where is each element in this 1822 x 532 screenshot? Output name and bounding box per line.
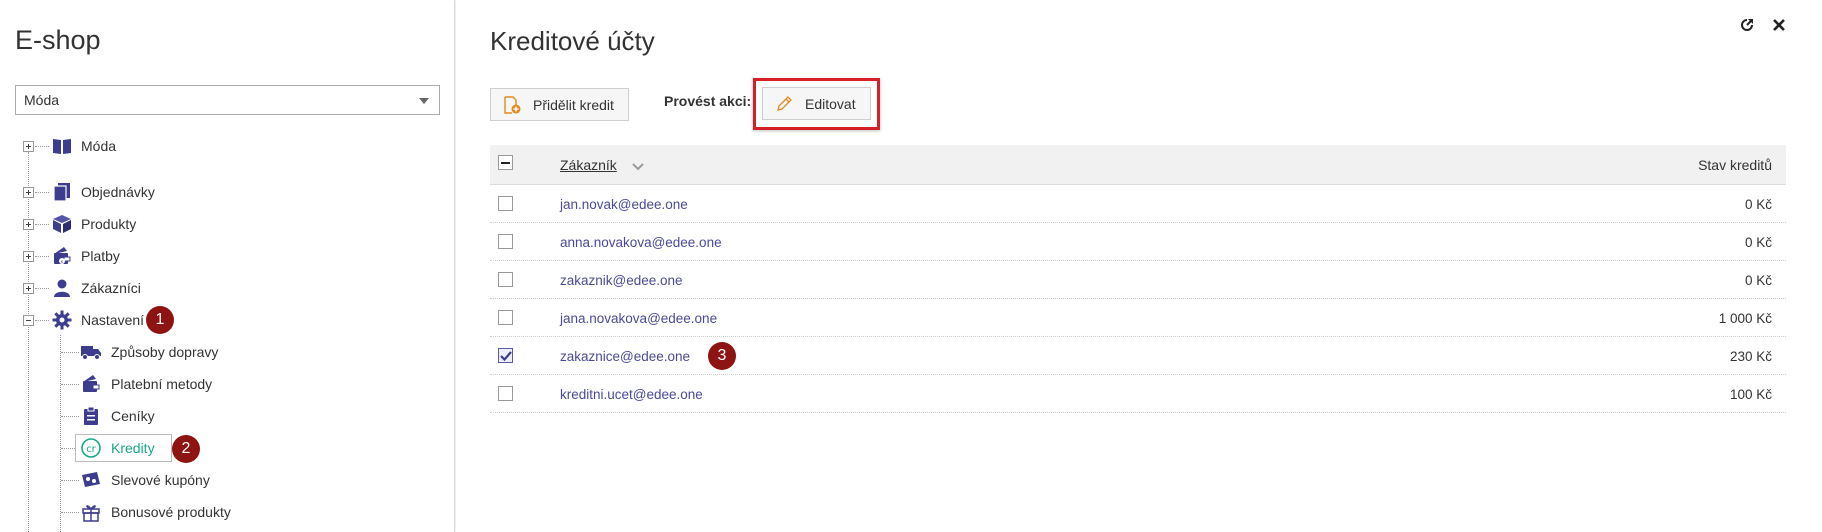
row-checkbox[interactable] [498, 386, 513, 401]
pencil-icon [775, 95, 793, 113]
tree-item-produkty[interactable]: Produkty [52, 212, 136, 236]
tree-item-label: Produkty [81, 216, 137, 232]
tree-item-slevove-kupony[interactable]: Slevové kupóny [80, 468, 210, 492]
chevron-down-icon[interactable] [632, 159, 644, 177]
table-row[interactable]: anna.novakova@edee.one 0 Kč [490, 223, 1786, 261]
table-row[interactable]: zakaznik@edee.one 0 Kč [490, 261, 1786, 299]
tree-item-kredity[interactable]: cr Kredity [75, 434, 172, 462]
tree-item-label: Ceníky [111, 408, 155, 424]
tree-item-label: Platby [81, 248, 120, 264]
step-badge-1: 1 [146, 306, 174, 334]
wallet-icon [80, 374, 102, 394]
action-label: Provést akci: [664, 93, 752, 109]
expand-icon[interactable] [23, 283, 34, 294]
row-checkbox[interactable] [498, 196, 513, 211]
step-badge-2: 2 [172, 435, 200, 463]
customer-email-link[interactable]: kreditni.ucet@edee.one [560, 387, 703, 402]
customer-email-link[interactable]: jana.novakova@edee.one [560, 311, 717, 326]
tree-item-ceniky[interactable]: Ceníky [80, 404, 155, 428]
customer-email-link[interactable]: zakaznice@edee.one [560, 349, 690, 364]
tree-item-platebni-metody[interactable]: Platební metody [80, 372, 212, 396]
book-icon [52, 136, 72, 156]
tree-item-label: Slevové kupóny [111, 472, 210, 488]
expand-icon[interactable] [23, 187, 34, 198]
row-checkbox[interactable] [498, 272, 513, 287]
tree-item-nastaveni[interactable]: Nastavení [52, 308, 144, 332]
tree-item-zakaznici[interactable]: Zákazníci [52, 276, 141, 300]
credit-accounts-table: Zákazník Stav kreditů jan.novak@edee.one… [490, 145, 1786, 413]
tree-item-label: Způsoby dopravy [111, 344, 219, 360]
left-panel: E-shop Móda Móda Objednávky Produkty € P… [0, 0, 455, 532]
expand-icon[interactable] [23, 219, 34, 230]
tree-item-bonusove-produkty[interactable]: Bonusové produkty [80, 500, 231, 524]
table-header: Zákazník Stav kreditů [490, 145, 1786, 185]
row-checkbox[interactable] [498, 234, 513, 249]
truck-icon [80, 342, 102, 362]
main-panel: Kreditové účty Přidělit kredit Provést a… [456, 0, 1822, 532]
edit-label: Editovat [805, 95, 856, 112]
close-icon[interactable] [1772, 18, 1786, 32]
page-title: Kreditové účty [490, 26, 655, 56]
wallet-icon: € [52, 246, 72, 266]
table-row[interactable]: kreditni.ucet@edee.one 100 Kč [490, 375, 1786, 413]
tree-item-platby[interactable]: € Platby [52, 244, 120, 268]
credit-value: 0 Kč [1744, 235, 1772, 250]
tree-item-label: Zákazníci [81, 280, 141, 296]
tree-item-label: Nastavení [81, 312, 145, 328]
coupon-icon [80, 470, 102, 490]
tree-item-label: Objednávky [81, 184, 155, 200]
tree-item-label: Platební metody [111, 376, 213, 392]
tree-item-objednavky[interactable]: Objednávky [52, 180, 155, 204]
customer-email-link[interactable]: anna.novakova@edee.one [560, 235, 722, 250]
add-document-icon [503, 95, 521, 114]
tree-item-zpusoby-dopravy[interactable]: Způsoby dopravy [80, 340, 218, 364]
column-header-credit: Stav kreditů [1698, 157, 1772, 173]
navigation-tree: Móda Objednávky Produkty € Platby Zákazn… [0, 0, 455, 532]
credit-value: 0 Kč [1744, 197, 1772, 212]
expand-icon[interactable] [23, 141, 34, 152]
row-checkbox-checked[interactable] [498, 348, 513, 363]
collapse-icon[interactable] [23, 315, 34, 326]
tree-item-label: Móda [81, 138, 117, 154]
credit-value: 230 Kč [1729, 349, 1772, 364]
expand-icon[interactable] [23, 251, 34, 262]
tree-item-label: Kredity [111, 440, 155, 456]
gift-icon [80, 502, 102, 522]
edit-button[interactable]: Editovat [762, 87, 871, 120]
assign-credit-button[interactable]: Přidělit kredit [490, 88, 629, 121]
customer-email-link[interactable]: jan.novak@edee.one [560, 197, 688, 212]
table-row[interactable]: jana.novakova@edee.one 1 000 Kč [490, 299, 1786, 337]
clipboard-icon [80, 406, 102, 426]
tree-item-moda[interactable]: Móda [52, 134, 116, 158]
gear-icon [52, 310, 72, 330]
credit-value: 1 000 Kč [1718, 311, 1772, 326]
assign-credit-label: Přidělit kredit [533, 96, 614, 113]
box-icon [52, 214, 72, 234]
tree-item-label: Bonusové produkty [111, 504, 231, 520]
credit-icon: cr [80, 438, 102, 458]
svg-text:cr: cr [86, 444, 96, 455]
customer-email-link[interactable]: zakaznik@edee.one [560, 273, 683, 288]
user-icon [52, 278, 72, 298]
orders-icon [52, 182, 72, 202]
step-badge-3: 3 [708, 342, 736, 370]
table-row[interactable]: zakaznice@edee.one 3 230 Kč [490, 337, 1786, 375]
external-link-icon[interactable] [1740, 18, 1754, 32]
table-row[interactable]: jan.novak@edee.one 0 Kč [490, 185, 1786, 223]
window-controls [1740, 18, 1786, 32]
credit-value: 0 Kč [1744, 273, 1772, 288]
row-checkbox[interactable] [498, 310, 513, 325]
select-all-checkbox[interactable] [498, 155, 513, 170]
credit-value: 100 Kč [1729, 387, 1772, 402]
column-header-customer[interactable]: Zákazník [560, 157, 617, 173]
